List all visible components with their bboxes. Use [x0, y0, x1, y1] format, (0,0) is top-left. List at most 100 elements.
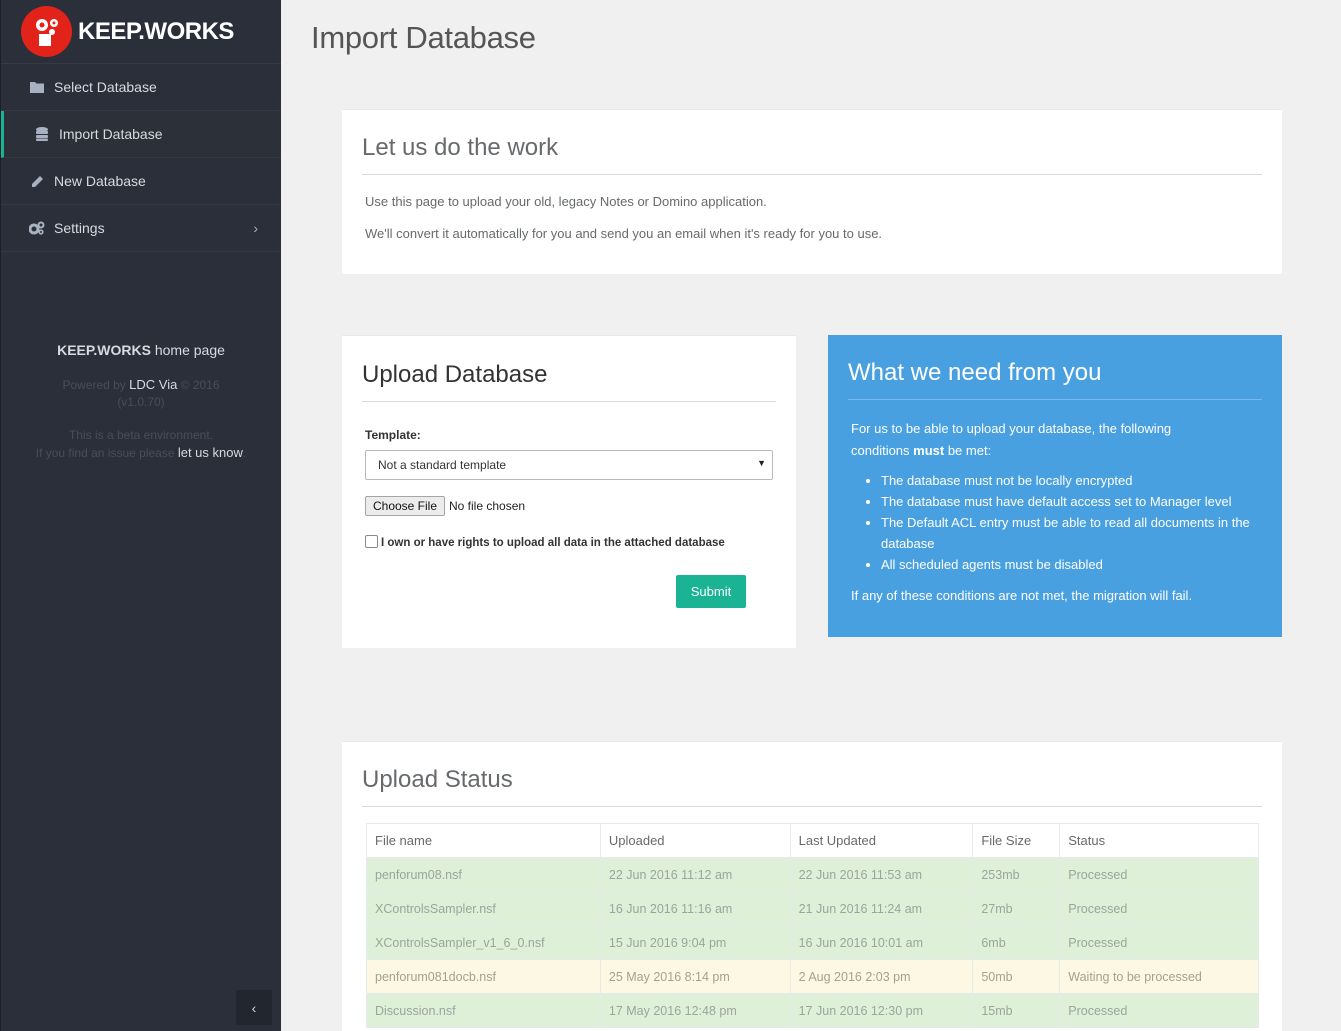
last-updated-cell: 22 Jun 2016 11:53 am: [789, 857, 974, 892]
table-row[interactable]: penforum08.nsf 22 Jun 2016 11:12 am 22 J…: [366, 857, 1259, 892]
divider: [362, 174, 1262, 175]
requirements-outro: If any of these conditions are not met, …: [851, 588, 1193, 603]
divider: [848, 399, 1262, 400]
sidebar-footer: KEEP.WORKS home page Powered by LDC Via …: [1, 342, 281, 462]
sidebar-item-import-database[interactable]: Import Database: [1, 111, 281, 158]
template-select[interactable]: Not a standard template ▼: [365, 450, 773, 480]
last-updated-cell: 17 Jun 2016 12:30 pm: [789, 993, 974, 1028]
uploaded-cell: 25 May 2016 8:14 pm: [599, 959, 791, 994]
pencil-icon: [28, 172, 46, 190]
requirements-intro-a: For us to be able to upload your databas…: [851, 421, 1172, 436]
status-cell: Waiting to be processed: [1059, 959, 1259, 994]
status-cell: Processed: [1059, 857, 1259, 892]
last-updated-cell: 2 Aug 2016 2:03 pm: [789, 959, 974, 994]
sidebar-item-new-database[interactable]: New Database: [1, 158, 281, 205]
brand[interactable]: KEEP.WORKS: [1, 0, 281, 64]
let-us-know-link[interactable]: let us know: [178, 445, 243, 460]
cog-logo-icon: [21, 6, 72, 57]
rights-label[interactable]: I own or have rights to upload all data …: [381, 537, 725, 549]
submit-button[interactable]: Submit: [676, 575, 746, 608]
issue-suffix: .: [242, 446, 247, 460]
column-header[interactable]: Status: [1059, 823, 1259, 858]
uploaded-cell: 17 May 2016 12:48 pm: [599, 993, 791, 1028]
column-header[interactable]: File name: [366, 823, 601, 858]
requirement-item: The database must not be locally encrypt…: [881, 470, 1271, 491]
cogs-icon: [28, 219, 46, 237]
requirement-item: The database must have default access se…: [881, 491, 1271, 512]
last-updated-cell: 21 Jun 2016 11:24 am: [789, 891, 974, 926]
table-row[interactable]: Discussion.nsf 17 May 2016 12:48 pm 17 J…: [366, 993, 1259, 1028]
database-icon: [33, 125, 51, 143]
brand-name: KEEP.WORKS: [78, 17, 234, 45]
chevron-left-icon: ‹: [251, 999, 257, 1016]
collapse-sidebar-button[interactable]: ‹: [236, 990, 272, 1025]
chevron-right-icon: ›: [253, 220, 258, 236]
table-row[interactable]: XControlsSampler.nsf 16 Jun 2016 11:16 a…: [366, 891, 1259, 926]
issue-notice: If you find an issue please let us know.: [1, 444, 281, 462]
requirement-item: All scheduled agents must be disabled: [881, 554, 1271, 575]
file-size-cell: 253mb: [972, 857, 1061, 892]
sidebar-item-label: New Database: [54, 173, 146, 189]
file-name-cell: XControlsSampler.nsf: [366, 891, 601, 926]
file-size-cell: 6mb: [972, 925, 1061, 960]
powered-suffix: © 2016: [177, 378, 220, 392]
no-file-text: No file chosen: [449, 499, 526, 513]
status-cell: Processed: [1059, 925, 1259, 960]
page-title: Import Database: [311, 20, 536, 55]
requirements-intro-bold: must: [913, 443, 945, 458]
powered-by: Powered by LDC Via © 2016: [1, 376, 281, 394]
column-header[interactable]: Last Updated: [789, 823, 974, 858]
requirements-intro-b: conditions: [851, 443, 914, 458]
requirements-intro-c: be met:: [944, 443, 992, 458]
intro-panel: Let us do the work Use this page to uplo…: [342, 109, 1282, 274]
column-header[interactable]: Uploaded: [599, 823, 791, 858]
version: (v1.0.70): [117, 395, 165, 409]
folder-icon: [28, 78, 46, 96]
sidebar-item-label: Select Database: [54, 79, 157, 95]
sidebar-item-label: Import Database: [59, 126, 163, 142]
status-cell: Processed: [1059, 891, 1259, 926]
file-size-cell: 27mb: [972, 891, 1061, 926]
file-size-cell: 15mb: [972, 993, 1061, 1028]
ldc-via-link[interactable]: LDC Via: [129, 377, 177, 392]
powered-prefix: Powered by: [62, 378, 130, 392]
last-updated-cell: 16 Jun 2016 10:01 am: [789, 925, 974, 960]
upload-title: Upload Database: [362, 361, 548, 388]
status-title: Upload Status: [362, 766, 513, 793]
file-name-cell: Discussion.nsf: [366, 993, 601, 1028]
beta-notice: This is a beta environment.: [68, 428, 214, 442]
file-name-cell: XControlsSampler_v1_6_0.nsf: [366, 925, 601, 960]
rights-checkbox[interactable]: [365, 535, 378, 548]
caret-down-icon: ▼: [757, 458, 766, 468]
divider: [362, 806, 1262, 807]
table-header-row: File name Uploaded Last Updated File Siz…: [366, 823, 1259, 858]
file-name-cell: penforum08.nsf: [366, 857, 601, 892]
file-name-cell: penforum081docb.nsf: [366, 959, 601, 994]
home-link-brand: KEEP.WORKS: [57, 342, 151, 358]
requirements-intro: For us to be able to upload your databas…: [851, 418, 1171, 462]
home-link-text: home page: [150, 342, 225, 358]
column-header[interactable]: File Size: [972, 823, 1061, 858]
status-cell: Processed: [1059, 993, 1259, 1028]
home-page-link[interactable]: KEEP.WORKS home page: [1, 342, 281, 358]
intro-title: Let us do the work: [362, 134, 559, 161]
template-label: Template:: [365, 428, 421, 442]
sidebar-item-label: Settings: [54, 220, 105, 236]
table-row[interactable]: penforum081docb.nsf 25 May 2016 8:14 pm …: [366, 959, 1259, 994]
choose-file-button[interactable]: Choose File: [365, 496, 445, 516]
sidebar-item-select-database[interactable]: Select Database: [1, 64, 281, 111]
divider: [362, 401, 776, 402]
file-size-cell: 50mb: [972, 959, 1061, 994]
uploaded-cell: 15 Jun 2016 9:04 pm: [599, 925, 791, 960]
requirement-item: The Default ACL entry must be able to re…: [881, 512, 1271, 554]
sidebar: KEEP.WORKS Select Database Import Databa…: [0, 0, 281, 1031]
table-row[interactable]: XControlsSampler_v1_6_0.nsf 15 Jun 2016 …: [366, 925, 1259, 960]
upload-status-panel: Upload Status File name Uploaded Last Up…: [342, 741, 1282, 1031]
upload-status-table: File name Uploaded Last Updated File Siz…: [366, 823, 1259, 1028]
intro-line-1: Use this page to upload your old, legacy…: [365, 194, 767, 209]
upload-panel: Upload Database Template: Not a standard…: [342, 335, 796, 648]
uploaded-cell: 22 Jun 2016 11:12 am: [599, 857, 791, 892]
uploaded-cell: 16 Jun 2016 11:16 am: [599, 891, 791, 926]
sidebar-item-settings[interactable]: Settings ›: [1, 205, 281, 252]
requirements-title: What we need from you: [848, 359, 1102, 386]
